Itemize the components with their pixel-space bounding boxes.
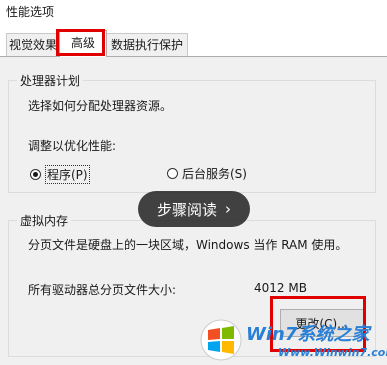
tab-highlight-box: [56, 29, 105, 56]
window-title: 性能选项: [6, 5, 55, 19]
radio-programs[interactable]: 程序(P): [30, 165, 90, 184]
virtual-memory-title: 虚拟内存: [17, 212, 72, 229]
adjust-label: 调整以优化性能:: [28, 139, 117, 153]
step-read-label: 步骤阅读: [156, 200, 217, 219]
virtual-memory-description: 分页文件是硬盘上的一块区域，Windows 当作 RAM 使用。: [28, 238, 348, 252]
processor-group-title: 处理器计划: [17, 72, 84, 89]
tab-visual-effects[interactable]: 视觉效果: [6, 33, 60, 56]
processor-description: 选择如何分配处理器资源。: [28, 99, 173, 113]
radio-programs-label: 程序(P): [45, 165, 90, 184]
paging-total-value: 4012 MB: [254, 281, 307, 295]
step-read-pill[interactable]: 步骤阅读 ›: [138, 191, 250, 227]
title-bar: 性能选项: [0, 0, 387, 22]
paging-total-label: 所有驱动器总分页文件大小:: [28, 283, 177, 297]
tab-dep[interactable]: 数据执行保护: [106, 33, 188, 56]
radio-programs-circle[interactable]: [30, 169, 41, 180]
radio-background-circle[interactable]: [167, 168, 178, 179]
radio-background-label: 后台服务(S): [182, 167, 247, 181]
change-button-highlight-box: [270, 296, 366, 352]
radio-background-services[interactable]: 后台服务(S): [167, 165, 247, 182]
chevron-right-icon: ›: [225, 200, 231, 218]
